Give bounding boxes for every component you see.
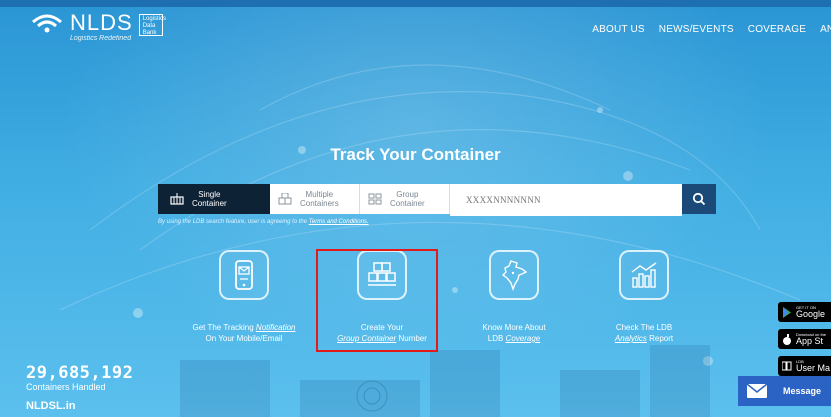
tab-label-line1: Group bbox=[396, 190, 419, 199]
badge-text: GET IT ON Google bbox=[796, 305, 825, 319]
analytics-chart-icon bbox=[631, 262, 657, 288]
analytics-link[interactable]: Analytics bbox=[615, 334, 647, 343]
logo-ldb-box: Logistics Data Bank bbox=[138, 14, 167, 36]
app-store-badge[interactable]: Download on the App St bbox=[778, 329, 831, 349]
nav-news-events[interactable]: NEWS/EVENTS bbox=[659, 24, 734, 35]
tab-multiple-containers[interactable]: Multiple Containers bbox=[270, 184, 360, 214]
india-map-icon bbox=[501, 260, 528, 291]
feature-caption-line2: On Your Mobile/Email bbox=[205, 334, 283, 343]
containers-count-label: Containers Handled bbox=[26, 382, 106, 392]
container-search-bar: Single Container Multiple Containers Gro… bbox=[158, 184, 716, 216]
tab-label-line1: Single bbox=[198, 190, 221, 199]
group-container-icon bbox=[368, 193, 382, 205]
nav-coverage[interactable]: COVERAGE bbox=[748, 24, 806, 35]
logo-box-line: Data bbox=[142, 23, 156, 29]
nav-about-us[interactable]: ABOUT US bbox=[592, 24, 645, 35]
multiple-containers-icon bbox=[278, 193, 292, 205]
logo-box-line: Bank bbox=[142, 30, 157, 36]
feature-caption-line1: Know More About bbox=[482, 323, 546, 332]
page-background: NLDS Logistics Redefined Logistics Data … bbox=[0, 0, 831, 417]
feature-icon-frame bbox=[219, 250, 269, 300]
tab-label: Group Container bbox=[390, 190, 425, 208]
notification-link[interactable]: Notification bbox=[256, 323, 296, 332]
disclaimer-text: By using the LDB search feature, user is… bbox=[158, 219, 309, 225]
logo-text: NLDS bbox=[70, 10, 133, 35]
terms-link[interactable]: Terms and Conditions. bbox=[309, 219, 369, 225]
feature-coverage[interactable]: Know More About LDB Coverage bbox=[451, 250, 577, 344]
tab-label-line2: Container bbox=[192, 199, 227, 208]
badge-text: Download on the App St bbox=[796, 332, 826, 346]
single-container-icon bbox=[170, 193, 184, 205]
badge-text: LDB User Ma bbox=[796, 359, 830, 373]
caption-text: Report bbox=[646, 334, 674, 343]
apple-icon bbox=[783, 333, 791, 345]
badge-big-text: User Ma bbox=[796, 363, 831, 373]
tab-label: Single Container bbox=[192, 190, 227, 208]
caption-text: Get The Tracking bbox=[192, 323, 256, 332]
message-label: Message bbox=[783, 386, 822, 396]
page-title: Track Your Container bbox=[330, 145, 501, 164]
logo-box-line: Logistics bbox=[142, 16, 167, 22]
feature-caption-line1: Check The LDB bbox=[615, 323, 673, 332]
nav-analytics[interactable]: ANAL bbox=[820, 24, 831, 35]
tab-group-container[interactable]: Group Container bbox=[360, 184, 450, 214]
containers-count: 29,685,192 bbox=[26, 363, 134, 383]
feature-caption-line2: LDB Coverage bbox=[451, 333, 577, 344]
feature-analytics[interactable]: Check The LDB Analytics Report bbox=[581, 250, 707, 344]
search-button[interactable] bbox=[682, 184, 716, 214]
feature-icon-frame bbox=[619, 250, 669, 300]
user-manual-badge[interactable]: LDB User Ma bbox=[778, 356, 831, 376]
tab-label: Multiple Containers bbox=[300, 190, 339, 208]
tab-single-container[interactable]: Single Container bbox=[158, 184, 270, 214]
feature-caption-line2: Analytics Report bbox=[581, 333, 707, 344]
feature-caption-line1: Get The Tracking Notification bbox=[181, 322, 307, 333]
highlight-box bbox=[316, 249, 438, 352]
feature-caption: Know More About LDB Coverage bbox=[451, 322, 577, 344]
site-domain: NLDSL.in bbox=[26, 400, 76, 412]
feature-icon-frame bbox=[489, 250, 539, 300]
wifi-wave-icon bbox=[32, 14, 62, 33]
envelope-icon bbox=[747, 384, 767, 398]
feature-caption: Get The Tracking Notification On Your Mo… bbox=[181, 322, 307, 344]
feature-notification[interactable]: Get The Tracking Notification On Your Mo… bbox=[181, 250, 307, 344]
tab-label-line2: Containers bbox=[300, 199, 339, 208]
terms-disclaimer: By using the LDB search feature, user is… bbox=[158, 219, 369, 225]
feature-caption: Check The LDB Analytics Report bbox=[581, 322, 707, 344]
message-widget-button[interactable]: Message bbox=[738, 376, 831, 406]
caption-text: LDB bbox=[487, 334, 506, 343]
search-icon bbox=[692, 192, 706, 206]
manual-icon bbox=[782, 361, 792, 371]
tab-label-line2: Container bbox=[390, 199, 425, 208]
coverage-link[interactable]: Coverage bbox=[506, 334, 541, 343]
top-navigation: ABOUT US NEWS/EVENTS COVERAGE ANAL bbox=[592, 24, 831, 35]
badge-big-text: App St bbox=[796, 336, 824, 346]
play-store-icon bbox=[783, 306, 791, 318]
container-number-input[interactable] bbox=[450, 184, 682, 216]
mobile-notification-icon bbox=[235, 260, 253, 290]
logo-tagline: Logistics Redefined bbox=[70, 35, 132, 42]
tab-label-line1: Multiple bbox=[305, 190, 334, 199]
google-play-badge[interactable]: GET IT ON Google bbox=[778, 302, 831, 322]
badge-big-text: Google bbox=[796, 309, 826, 319]
site-logo[interactable]: NLDS Logistics Redefined Logistics Data … bbox=[30, 10, 167, 43]
